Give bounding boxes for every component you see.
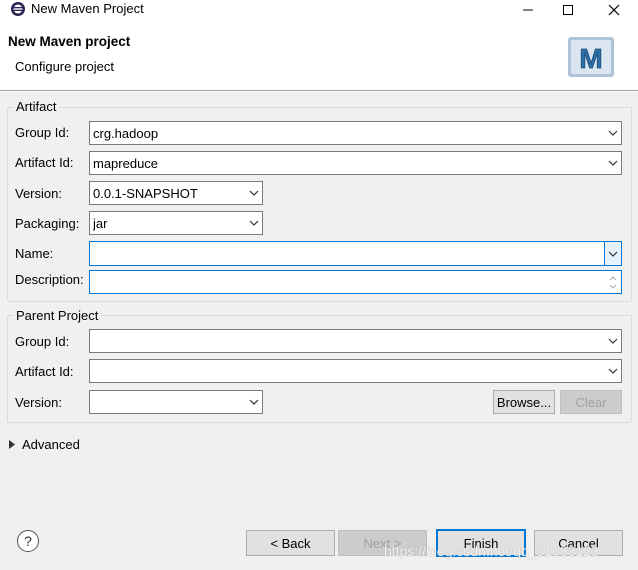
scroll-spinner[interactable] <box>609 275 617 289</box>
chevron-up-icon[interactable] <box>609 275 617 281</box>
minimize-button[interactable] <box>506 0 550 20</box>
parent-version-combo[interactable] <box>89 390 263 414</box>
chevron-down-icon[interactable] <box>605 122 621 144</box>
chevron-down-icon[interactable] <box>604 242 621 265</box>
parent-artifact-id-label: Artifact Id: <box>15 364 74 379</box>
close-icon <box>608 4 620 16</box>
wizard-header <box>0 20 638 90</box>
parent-group-id-combo[interactable] <box>89 329 622 353</box>
parent-version-label: Version: <box>15 395 62 410</box>
chevron-down-icon[interactable] <box>605 152 621 174</box>
parent-group-id-label: Group Id: <box>15 334 70 349</box>
page-description: Configure project <box>15 59 114 74</box>
artifact-id-label: Artifact Id: <box>15 155 74 170</box>
artifact-group-title: Artifact <box>14 99 59 114</box>
maven-logo-icon: M <box>568 37 614 77</box>
maximize-icon <box>563 5 573 15</box>
expand-arrow-icon[interactable] <box>9 440 15 449</box>
browse-button[interactable]: Browse... <box>493 390 555 414</box>
clear-button[interactable]: Clear <box>560 390 622 414</box>
chevron-down-icon[interactable] <box>609 284 617 289</box>
artifact-version-value: 0.0.1-SNAPSHOT <box>93 185 198 201</box>
parent-artifact-id-combo[interactable] <box>89 359 622 383</box>
eclipse-icon <box>11 2 25 16</box>
help-icon[interactable]: ? <box>17 530 39 552</box>
close-button[interactable] <box>592 0 636 20</box>
parent-group-title: Parent Project <box>14 308 101 323</box>
packaging-label: Packaging: <box>15 216 80 231</box>
artifact-version-label: Version: <box>15 186 62 201</box>
packaging-value: jar <box>93 215 108 231</box>
minimize-icon <box>523 9 533 11</box>
chevron-down-icon[interactable] <box>605 330 621 352</box>
packaging-combo[interactable]: jar <box>89 211 263 235</box>
page-title: New Maven project <box>8 34 131 49</box>
window-title: New Maven Project <box>31 1 144 16</box>
description-textarea[interactable] <box>89 270 622 294</box>
svg-text:M: M <box>579 43 602 74</box>
name-combo[interactable] <box>89 241 622 266</box>
artifact-group-id-label: Group Id: <box>15 125 70 140</box>
artifact-version-combo[interactable]: 0.0.1-SNAPSHOT <box>89 181 263 205</box>
artifact-group-id-combo[interactable]: crg.hadoop <box>89 121 622 145</box>
chevron-down-icon[interactable] <box>246 182 262 204</box>
back-button[interactable]: < Back <box>246 530 335 556</box>
chevron-down-icon[interactable] <box>246 391 262 413</box>
watermark-text: https://blog.csdn.net/qq_31083123 <box>384 543 599 559</box>
artifact-id-value: mapreduce <box>93 155 159 171</box>
name-label: Name: <box>15 246 54 261</box>
artifact-id-combo[interactable]: mapreduce <box>89 151 622 175</box>
description-label: Description: <box>15 272 84 287</box>
chevron-down-icon[interactable] <box>246 212 262 234</box>
artifact-group-id-value: crg.hadoop <box>93 125 159 141</box>
chevron-down-icon[interactable] <box>605 360 621 382</box>
advanced-toggle[interactable]: Advanced <box>22 437 80 452</box>
maximize-button[interactable] <box>546 0 590 20</box>
